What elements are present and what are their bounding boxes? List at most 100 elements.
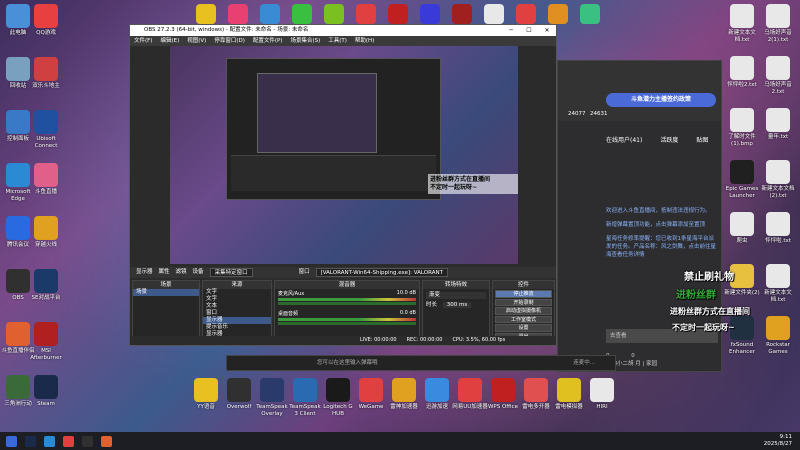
close-button[interactable]: ✕ bbox=[538, 25, 556, 36]
clock[interactable]: 9:11 2025/8/27 bbox=[764, 434, 792, 448]
pinned-app-icon[interactable] bbox=[484, 4, 504, 24]
start-icon[interactable] bbox=[6, 435, 17, 447]
desktop-shortcut[interactable]: Epic Games Launcher bbox=[722, 160, 762, 200]
menu-tools[interactable]: 工具(T) bbox=[328, 36, 347, 46]
duration-input[interactable]: 300 ms bbox=[442, 302, 472, 308]
desktop-shortcut[interactable]: 新建文本文档.txt bbox=[722, 4, 762, 44]
desktop-shortcut[interactable]: 怦怦啦.txt bbox=[758, 212, 798, 245]
menu-profile[interactable]: 配置文件(P) bbox=[253, 36, 283, 46]
desktop-shortcut[interactable]: Ubisoft Connect bbox=[26, 110, 66, 150]
stop-streaming-button[interactable]: 停止推流 bbox=[495, 290, 552, 298]
chat-input-bar[interactable]: 您可以在这里输入弹幕哦 连麦中... bbox=[226, 355, 616, 371]
obs-window[interactable]: OBS 27.2.3 (64-bit, windows) - 配置文件: 未命名… bbox=[129, 24, 557, 346]
desktop-shortcut[interactable]: SE对战平台 bbox=[26, 269, 66, 302]
source-item[interactable]: 文字 bbox=[203, 289, 271, 296]
desktop-shortcut[interactable]: TeamSpeak 3 Client bbox=[287, 378, 323, 418]
obs-titlebar[interactable]: OBS 27.2.3 (64-bit, windows) - 配置文件: 未命名… bbox=[130, 25, 556, 36]
menu-file[interactable]: 文件(F) bbox=[134, 36, 152, 46]
pinned-app-icon[interactable] bbox=[228, 4, 248, 24]
pinned-app-icon[interactable] bbox=[548, 4, 568, 24]
desktop-shortcut[interactable]: YY语音 bbox=[188, 378, 224, 411]
desktop-shortcut[interactable]: 马场好声音2(1).txt bbox=[758, 4, 798, 44]
properties-button[interactable]: 属性 bbox=[159, 267, 170, 278]
douyu-taskbar-icon[interactable] bbox=[101, 435, 112, 447]
pinned-app-icon[interactable] bbox=[260, 4, 280, 24]
menu-docks[interactable]: 停靠窗口(D) bbox=[214, 36, 245, 46]
pinned-app-icon[interactable] bbox=[516, 4, 536, 24]
volume-slider[interactable] bbox=[278, 302, 416, 305]
desktop-shortcut[interactable]: 量年.txt bbox=[758, 108, 798, 141]
desktop-shortcut[interactable]: QQ游戏 bbox=[26, 4, 66, 37]
shortcut-label: fxSound Enhancer bbox=[729, 342, 755, 355]
desktop-shortcut[interactable]: Steam bbox=[26, 375, 66, 408]
transition-select[interactable]: 渐变 bbox=[426, 292, 486, 299]
desktop-shortcut[interactable]: TeamSpeak Overlay bbox=[254, 378, 290, 418]
channel-name: 桌面音频 bbox=[278, 311, 299, 317]
desktop-shortcut[interactable]: 雷电模拟器 bbox=[551, 378, 587, 411]
desktop-shortcut[interactable]: 爬虫 bbox=[722, 212, 762, 245]
source-item[interactable]: 提示音乐 bbox=[203, 324, 271, 331]
scene-item[interactable]: 场景 bbox=[133, 289, 199, 296]
desktop-shortcut[interactable]: HIRI bbox=[584, 378, 620, 411]
edge-taskbar-icon[interactable] bbox=[44, 435, 55, 447]
txt-icon bbox=[766, 56, 790, 80]
desktop-shortcut[interactable]: WeGame bbox=[353, 378, 389, 411]
netease-taskbar-icon[interactable] bbox=[63, 435, 74, 447]
source-item[interactable]: 显示器 bbox=[203, 317, 271, 324]
menu-help[interactable]: 帮助(H) bbox=[355, 36, 374, 46]
desktop-shortcut[interactable]: 了解时文件(1).bmp bbox=[722, 108, 762, 148]
settings-button[interactable]: 设置 bbox=[495, 324, 552, 332]
desktop-shortcut[interactable]: 穿越火线 bbox=[26, 216, 66, 249]
virtual-camera-button[interactable]: 启动虚拟摄像机 bbox=[495, 307, 552, 315]
desktop-shortcut[interactable]: 迅游加速 bbox=[419, 378, 455, 411]
obs-preview[interactable]: 进粉丝群方式在直播间 不定时一起玩呀~ bbox=[170, 46, 518, 264]
tab-online-users[interactable]: 在线用户(41) bbox=[606, 135, 642, 144]
desktop-shortcut[interactable]: Overwolf bbox=[221, 378, 257, 411]
filters-button[interactable]: 滤镜 bbox=[176, 267, 187, 278]
pinned-app-icon[interactable] bbox=[452, 4, 472, 24]
start-recording-button[interactable]: 开始录制 bbox=[495, 298, 552, 306]
pinned-app-icon[interactable] bbox=[580, 4, 600, 24]
pinned-app-icon[interactable] bbox=[324, 4, 344, 24]
shortcut-label: 新建文本文档(2).txt bbox=[761, 186, 795, 199]
promo-banner[interactable]: 斗鱼潜力主播签约政策 bbox=[606, 93, 716, 107]
tab-stickers[interactable]: 贴图 bbox=[696, 135, 708, 144]
desktop-shortcut[interactable]: 网易UU加速器 bbox=[452, 378, 488, 411]
desktop-shortcut[interactable]: 马场好声音2.txt bbox=[758, 56, 798, 96]
source-item[interactable]: 文字 bbox=[203, 296, 271, 303]
desktop-shortcut[interactable]: Rockstar Games bbox=[758, 316, 798, 356]
pinned-app-icon[interactable] bbox=[388, 4, 408, 24]
desktop-shortcut[interactable]: Logitech G HUB bbox=[320, 378, 356, 418]
source-item[interactable]: 文本 bbox=[203, 303, 271, 310]
obs-taskbar-icon[interactable] bbox=[82, 435, 93, 447]
pinned-app-icon[interactable] bbox=[292, 4, 312, 24]
desktop-shortcut[interactable]: MSI Afterburner bbox=[26, 322, 66, 362]
desktop-shortcut[interactable]: WPS Office bbox=[485, 378, 521, 411]
volume-slider[interactable] bbox=[278, 322, 416, 325]
steam-taskbar-icon[interactable] bbox=[25, 435, 36, 447]
pinned-app-icon[interactable] bbox=[356, 4, 376, 24]
desktop-shortcut[interactable]: 新建文本文档(2).txt bbox=[758, 160, 798, 200]
qqgame-icon bbox=[34, 4, 58, 28]
txt-icon bbox=[766, 160, 790, 184]
connect-mic-button[interactable]: 连麦中... bbox=[573, 356, 595, 370]
desktop-shortcut[interactable]: 斗鱼直播 bbox=[26, 163, 66, 196]
menu-scene-collection[interactable]: 场景集合(S) bbox=[290, 36, 320, 46]
desktop-shortcut[interactable]: 雷电多开器 bbox=[518, 378, 554, 411]
desktop-shortcut[interactable]: 怦怦啦2.txt bbox=[722, 56, 762, 89]
device-select[interactable]: 采集特定窗口 bbox=[209, 268, 253, 277]
menu-view[interactable]: 视图(V) bbox=[187, 36, 206, 46]
menu-edit[interactable]: 编辑(E) bbox=[160, 36, 179, 46]
window-select[interactable]: [VALORANT-Win64-Shipping.exe]: VALORANT bbox=[315, 268, 448, 277]
studio-mode-button[interactable]: 工作室模式 bbox=[495, 315, 552, 323]
desktop-shortcut[interactable]: 双乐斗地主 bbox=[26, 57, 66, 90]
tab-activity[interactable]: 活跃度 bbox=[660, 135, 678, 144]
pinned-app-icon[interactable] bbox=[196, 4, 216, 24]
pinned-app-icon[interactable] bbox=[420, 4, 440, 24]
mixer-channel: 麦克风/Aux 10.0 dB bbox=[275, 289, 419, 305]
desktop-shortcut[interactable]: 新建文本文档.txt bbox=[758, 264, 798, 304]
source-item[interactable]: 窗口 bbox=[203, 310, 271, 317]
minimize-button[interactable]: ─ bbox=[502, 25, 520, 36]
maximize-button[interactable]: ☐ bbox=[520, 25, 538, 36]
desktop-shortcut[interactable]: 雷神加速器 bbox=[386, 378, 422, 411]
